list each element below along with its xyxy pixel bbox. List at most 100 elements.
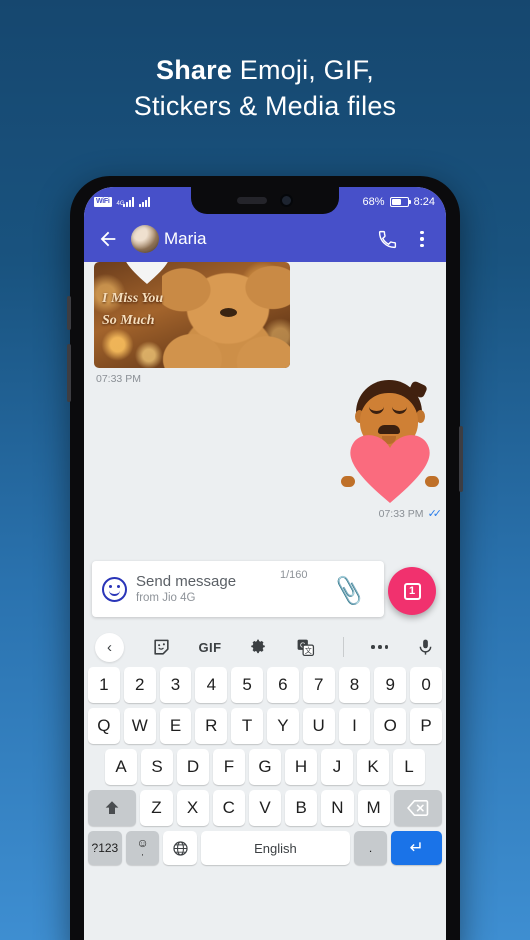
translate-icon[interactable]: G文 [296, 638, 315, 657]
message-composer: Send message from Jio 4G 1/160 📎 1 [84, 557, 446, 627]
sticker-icon[interactable] [152, 638, 171, 657]
key-3[interactable]: 3 [159, 667, 192, 703]
key-h[interactable]: H [285, 749, 317, 785]
avatar[interactable] [131, 225, 159, 253]
image-caption: I Miss You So Much [102, 291, 164, 328]
gif-button[interactable]: GIF [198, 640, 221, 655]
period-key[interactable]: . [353, 831, 388, 865]
battery-percent: 68% [362, 195, 385, 208]
phone-notch [191, 187, 339, 214]
phone-call-icon[interactable] [375, 227, 399, 251]
key-o[interactable]: O [374, 708, 407, 744]
back-arrow-icon[interactable] [96, 227, 120, 251]
headline-bold: Share [156, 55, 233, 85]
key-y[interactable]: Y [267, 708, 299, 744]
sticker-hand-left [341, 476, 355, 487]
language-globe-key[interactable] [163, 831, 198, 865]
paperclip-icon[interactable]: 📎 [331, 574, 367, 609]
keyboard-toolbar: ‹ GIF G文 [88, 627, 442, 667]
settings-gear-icon[interactable] [249, 638, 268, 657]
key-z[interactable]: Z [140, 790, 173, 826]
emoji-comma-key[interactable]: ☺, [125, 831, 160, 865]
status-bar-right: 68% 8:24 [363, 187, 435, 216]
message-timestamp: 07:33 PM ✓✓ [378, 507, 443, 521]
keyboard-row-bottom: ?123 ☺, English . ↵ [88, 831, 442, 865]
image-attachment[interactable]: I Miss You So Much [94, 262, 290, 368]
signal-icon-sim1: 4G [117, 196, 134, 207]
key-r[interactable]: R [195, 708, 228, 744]
keyboard-row-bottom-letters: Z X C V B N M [88, 790, 443, 826]
battery-icon [389, 196, 412, 207]
phone-mockup: WiFi 4G 68% 8:24 Maria I Miss You So Muc… [67, 176, 463, 940]
volume-down-button[interactable] [67, 344, 71, 402]
key-i[interactable]: I [338, 708, 371, 744]
teddy-bear-graphic [162, 262, 290, 368]
power-button[interactable] [459, 426, 463, 492]
headline-rest: Emoji, GIF, [232, 55, 374, 85]
wifi-icon: WiFi [94, 196, 112, 207]
chat-thread: I Miss You So Much 07:33 PM 07:33 PM ✓✓ [84, 262, 446, 557]
key-t[interactable]: T [231, 708, 263, 744]
read-receipt-icon: ✓✓ [427, 508, 443, 520]
headline-line2: Stickers & Media files [133, 91, 397, 121]
key-p[interactable]: P [410, 708, 442, 744]
volume-up-button[interactable] [67, 296, 71, 330]
app-bar: Maria [84, 216, 446, 262]
enter-key[interactable]: ↵ [391, 831, 442, 865]
send-button[interactable]: 1 [388, 567, 436, 615]
space-key[interactable]: English [201, 831, 350, 865]
key-v[interactable]: V [248, 790, 282, 826]
key-d[interactable]: D [177, 749, 209, 785]
key-c[interactable]: C [212, 790, 245, 826]
key-6[interactable]: 6 [267, 667, 299, 703]
key-4[interactable]: 4 [195, 667, 228, 703]
key-s[interactable]: S [141, 749, 173, 785]
shift-key[interactable] [88, 790, 137, 826]
back-chevron-icon[interactable]: ‹ [95, 632, 124, 662]
sim-indicator: 1 [403, 582, 421, 600]
key-w[interactable]: W [123, 708, 156, 744]
key-x[interactable]: X [176, 790, 209, 826]
key-1[interactable]: 1 [88, 667, 120, 703]
smiley-icon[interactable] [102, 576, 127, 602]
toolbar-divider [342, 637, 344, 657]
key-2[interactable]: 2 [123, 667, 156, 703]
comma-label: , [141, 848, 144, 857]
backspace-key[interactable] [393, 790, 443, 826]
key-9[interactable]: 9 [374, 667, 407, 703]
key-8[interactable]: 8 [338, 667, 371, 703]
more-options-icon[interactable] [371, 645, 389, 649]
symbols-key[interactable]: ?123 [88, 831, 122, 865]
message-outgoing-sticker[interactable]: 07:33 PM ✓✓ [341, 380, 443, 521]
signal-icon-sim2 [138, 196, 150, 207]
key-m[interactable]: M [357, 790, 390, 826]
key-n[interactable]: N [321, 790, 354, 826]
sim-subtitle: from Jio 4G [136, 591, 196, 604]
key-l[interactable]: L [393, 749, 425, 785]
key-7[interactable]: 7 [302, 667, 335, 703]
page-title: Share Emoji, GIF, Stickers & Media files [0, 52, 530, 124]
keyboard-row-home: A S D F G H J K L [88, 749, 442, 785]
svg-text:文: 文 [305, 646, 312, 655]
key-k[interactable]: K [357, 749, 389, 785]
message-input-placeholder: Send message [136, 572, 237, 590]
phone-screen: WiFi 4G 68% 8:24 Maria I Miss You So Muc… [84, 187, 446, 940]
key-g[interactable]: G [249, 749, 281, 785]
message-incoming-image[interactable]: I Miss You So Much 07:33 PM [94, 262, 436, 385]
status-bar-left: WiFi 4G [84, 196, 150, 207]
key-u[interactable]: U [302, 708, 335, 744]
sticker-mustache [378, 425, 400, 434]
key-e[interactable]: E [159, 708, 192, 744]
key-b[interactable]: B [285, 790, 318, 826]
front-camera [280, 194, 293, 207]
contact-name: Maria [164, 229, 207, 248]
key-j[interactable]: J [321, 749, 353, 785]
overflow-menu-icon[interactable] [410, 227, 434, 251]
key-a[interactable]: A [105, 749, 137, 785]
microphone-icon[interactable] [416, 638, 435, 657]
key-5[interactable]: 5 [231, 667, 263, 703]
key-f[interactable]: F [213, 749, 245, 785]
key-0[interactable]: 0 [410, 667, 442, 703]
key-q[interactable]: Q [88, 708, 120, 744]
man-holding-heart-sticker[interactable] [341, 380, 439, 504]
